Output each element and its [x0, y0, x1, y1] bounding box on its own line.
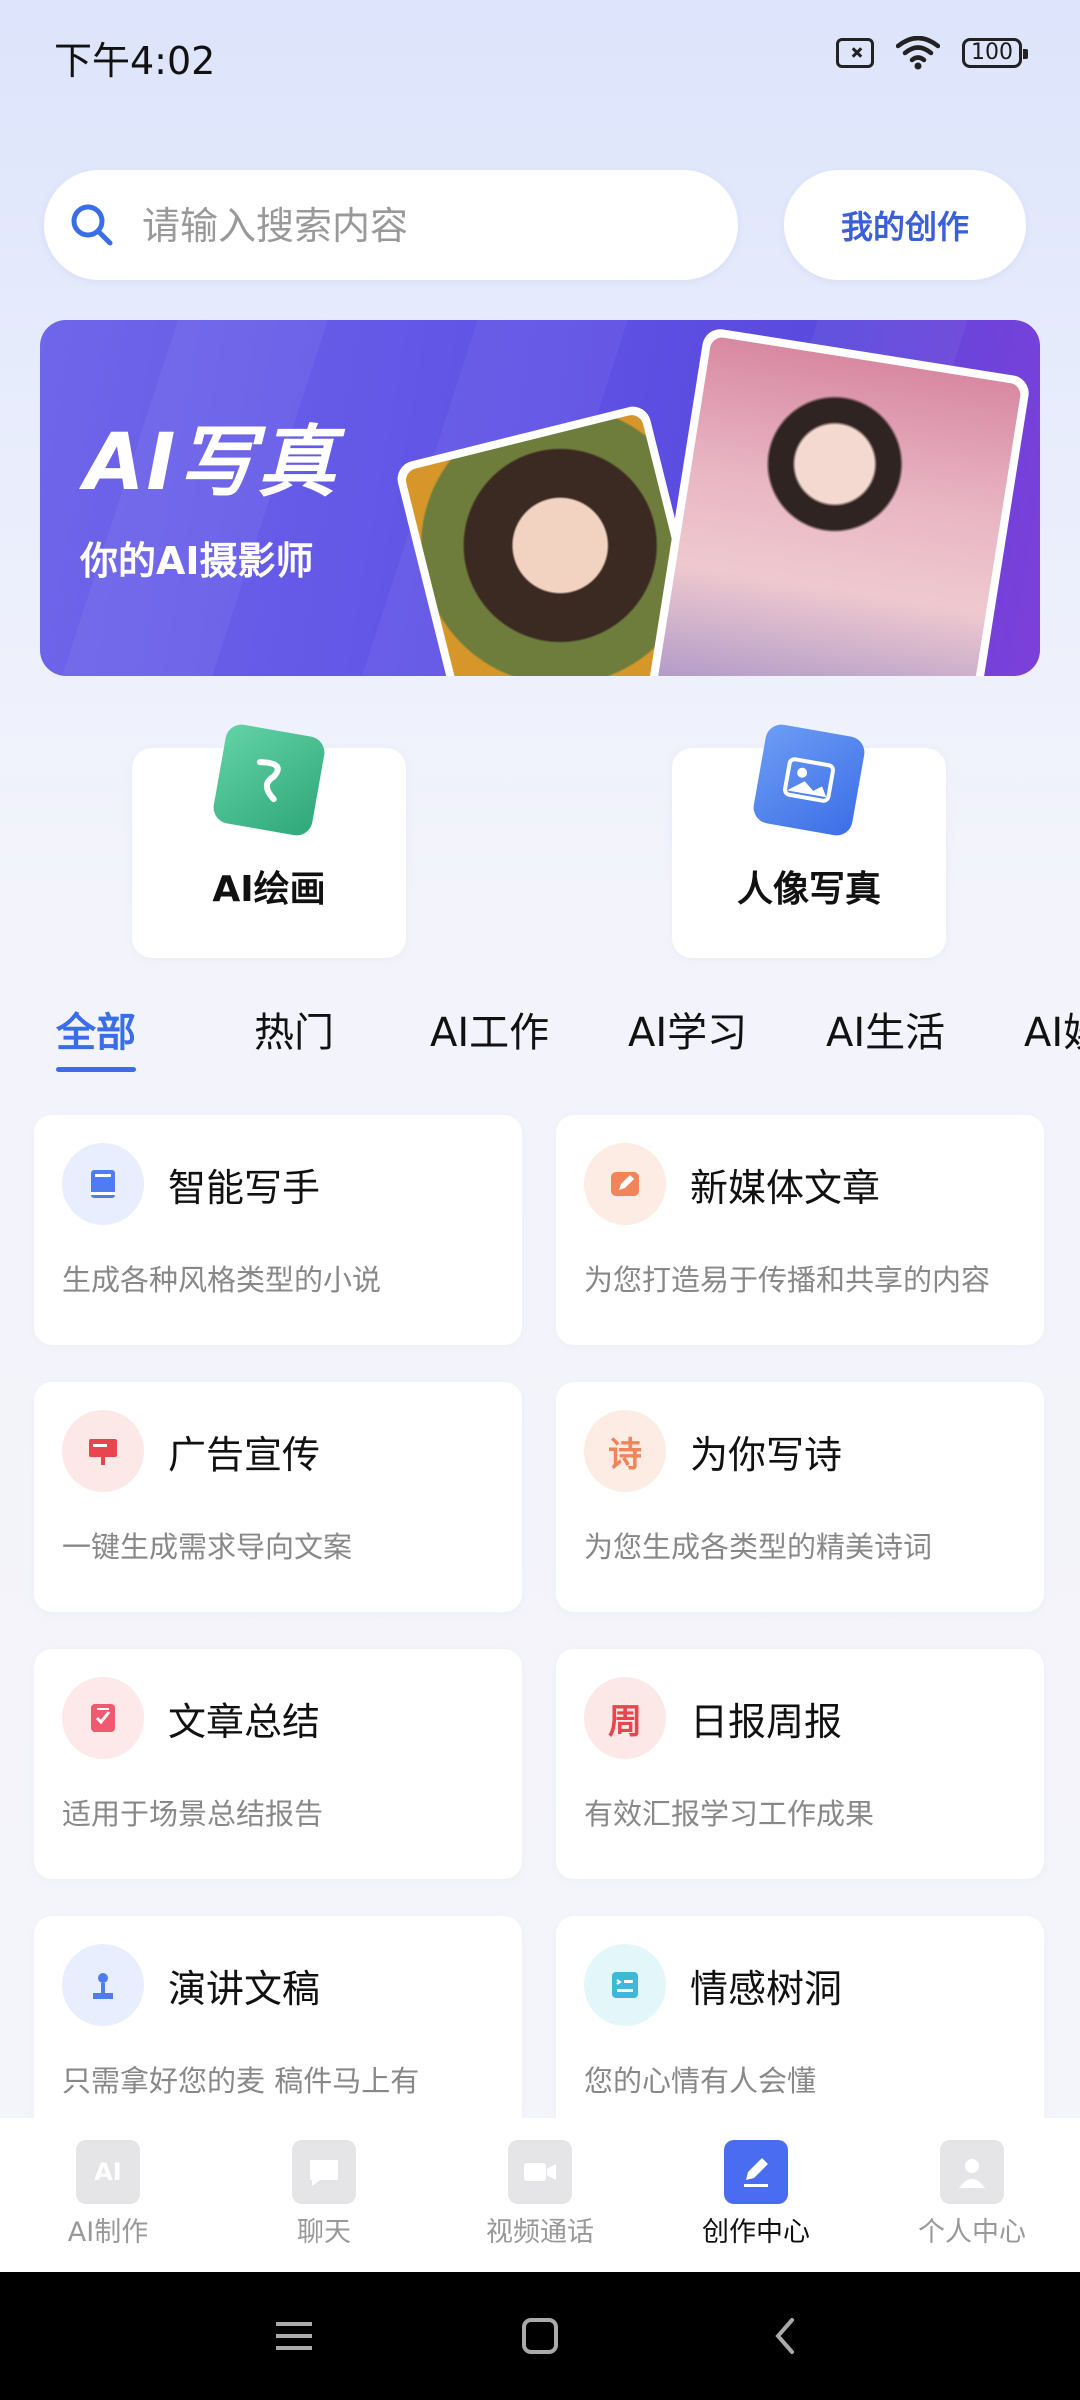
nav-creation-center[interactable]: 创作中心: [648, 2140, 864, 2249]
tool-card[interactable]: 演讲文稿只需拿好您的麦 稿件马上有: [34, 1916, 522, 2146]
book-icon: [62, 1143, 144, 1225]
tool-description: 为您生成各类型的精美诗词: [584, 1530, 933, 1564]
tool-description: 适用于场景总结报告: [62, 1797, 324, 1831]
feature-label: AI绘画: [212, 869, 326, 910]
promo-banner[interactable]: AI写真 你的AI摄影师: [40, 320, 1040, 676]
icon-glyph: 周: [608, 1701, 642, 1742]
status-bar: 下午4:02 100: [0, 0, 1080, 110]
nav-label: 视频通话: [486, 2217, 594, 2248]
banner-title: AI写真: [84, 418, 338, 508]
search-icon: [71, 204, 113, 246]
tool-description: 为您打造易于传播和共享的内容: [584, 1263, 991, 1297]
tool-card[interactable]: 情感树洞您的心情有人会懂: [556, 1916, 1044, 2146]
banner-subtitle: 你的AI摄影师: [80, 539, 314, 583]
feature-ai-painting[interactable]: AI绘画: [132, 722, 406, 958]
no-sim-icon: [836, 38, 874, 68]
pen-icon: [724, 2140, 788, 2204]
ai-book-icon: AI: [76, 2140, 140, 2204]
brush-icon: [211, 722, 327, 838]
tab-all[interactable]: 全部: [56, 1000, 136, 1072]
emotion-icon: [584, 1944, 666, 2026]
tool-card[interactable]: 新媒体文章为您打造易于传播和共享的内容: [556, 1115, 1044, 1345]
tool-card[interactable]: 智能写手生成各种风格类型的小说: [34, 1115, 522, 1345]
tool-card[interactable]: 周 日报周报有效汇报学习工作成果: [556, 1649, 1044, 1879]
search-bar[interactable]: [44, 170, 738, 280]
speech-icon: [62, 1944, 144, 2026]
tool-title: 日报周报: [690, 1700, 843, 1744]
tool-description: 有效汇报学习工作成果: [584, 1797, 875, 1831]
tool-description: 生成各种风格类型的小说: [62, 1263, 382, 1297]
nav-video-call[interactable]: 视频通话: [432, 2140, 648, 2249]
nav-label: AI制作: [67, 2217, 149, 2248]
tab-ai-entertainment[interactable]: AI娱: [1024, 1000, 1080, 1058]
my-creation-button[interactable]: 我的创作: [784, 170, 1026, 280]
nav-personal-center[interactable]: 个人中心: [864, 2140, 1080, 2249]
tool-description: 您的心情有人会懂: [584, 2064, 817, 2098]
icon-glyph: 诗: [608, 1434, 642, 1475]
status-time: 下午4:02: [54, 39, 216, 83]
tool-card[interactable]: 诗 为你写诗为您生成各类型的精美诗词: [556, 1382, 1044, 1612]
tab-ai-study[interactable]: AI学习: [628, 1000, 747, 1058]
billboard-icon: [62, 1410, 144, 1492]
nav-label: 聊天: [297, 2217, 351, 2248]
tool-title: 情感树洞: [690, 1967, 843, 2011]
tab-ai-life[interactable]: AI生活: [826, 1000, 945, 1058]
tab-ai-work[interactable]: AI工作: [430, 1000, 549, 1058]
tool-card[interactable]: 广告宣传一键生成需求导向文案: [34, 1382, 522, 1612]
system-nav-bar: [0, 2272, 1080, 2400]
tool-title: 智能写手: [168, 1166, 321, 1210]
tool-description: 一键生成需求导向文案: [62, 1530, 353, 1564]
back-icon[interactable]: [760, 2310, 812, 2362]
category-tabs: 全部 热门 AI工作 AI学习 AI生活 AI娱: [0, 1000, 1080, 1090]
nav-label: 个人中心: [918, 2217, 1026, 2248]
chat-icon: [292, 2140, 356, 2204]
home-icon[interactable]: [514, 2310, 566, 2362]
edit-icon: [584, 1143, 666, 1225]
tool-card[interactable]: 文章总结适用于场景总结报告: [34, 1649, 522, 1879]
banner-photo: [642, 326, 1032, 676]
image-icon: [751, 722, 867, 838]
tool-title: 新媒体文章: [690, 1166, 881, 1210]
tab-hot[interactable]: 热门: [254, 1000, 334, 1058]
poem-icon: 诗: [584, 1410, 666, 1492]
battery-icon: 100: [962, 38, 1028, 68]
search-input[interactable]: [140, 190, 704, 262]
nav-label: 创作中心: [702, 2217, 810, 2248]
video-icon: [508, 2140, 572, 2204]
tool-title: 演讲文稿: [168, 1967, 321, 2011]
wifi-icon: [896, 36, 940, 70]
tool-title: 文章总结: [168, 1700, 321, 1744]
nav-ai-make[interactable]: AI AI制作: [0, 2140, 216, 2249]
feature-portrait[interactable]: 人像写真: [672, 722, 946, 958]
status-icons: 100: [836, 36, 1028, 70]
tool-description: 只需拿好您的麦 稿件马上有: [62, 2064, 420, 2098]
person-icon: [940, 2140, 1004, 2204]
tool-title: 为你写诗: [690, 1433, 843, 1477]
menu-icon[interactable]: [268, 2310, 320, 2362]
bottom-nav: AI AI制作 聊天 视频通话 创作中心 个人中心: [0, 2118, 1080, 2272]
week-icon: 周: [584, 1677, 666, 1759]
nav-chat[interactable]: 聊天: [216, 2140, 432, 2249]
summary-icon: [62, 1677, 144, 1759]
feature-label: 人像写真: [736, 869, 881, 910]
tool-title: 广告宣传: [168, 1433, 321, 1477]
